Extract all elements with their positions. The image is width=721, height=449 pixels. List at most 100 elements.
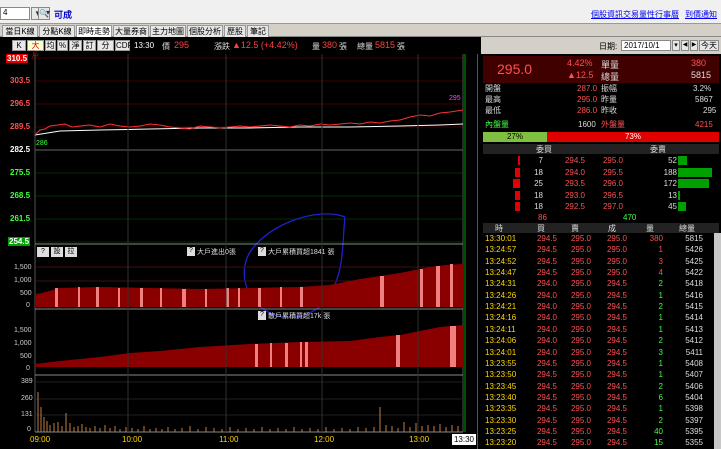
tick-price: 294.5	[606, 302, 627, 312]
tab-daily-k[interactable]: 當日K線	[2, 25, 38, 37]
tick-price: 295.0	[606, 256, 627, 266]
bid-qty: 7	[538, 156, 543, 165]
tick-row: 13:23:50 294.5 295.0 294.5 1 5407	[481, 370, 721, 379]
stock-code-input[interactable]: 4	[0, 7, 30, 20]
tick-col-total: 總量	[679, 224, 695, 233]
tick-ask: 295.0	[570, 234, 591, 243]
tick-bid: 294.5	[536, 256, 557, 266]
tick-time: 13:24:21	[485, 302, 517, 312]
tick-row: 13:24:57 294.5 295.0 295.0 1 5426	[481, 245, 721, 254]
price-box: 295.0 4.42% ▲12.5 單量 380 總量 5815	[483, 56, 719, 83]
pull-button[interactable]: 拉	[65, 247, 77, 257]
tick-bid: 294.0	[536, 279, 557, 289]
bid-qty: 25	[534, 179, 543, 188]
next-date-icon[interactable]: ▶	[690, 40, 698, 51]
tab-main-map[interactable]: 主力地圖	[150, 25, 186, 37]
tick-time: 13:24:52	[485, 256, 517, 266]
tick-row: 13:24:11 294.0 295.0 294.5 1 5413	[481, 325, 721, 334]
change-pct: 4.42%	[567, 58, 593, 68]
tick-total: 5406	[685, 381, 703, 391]
help-button[interactable]: ?	[37, 247, 49, 257]
tab-minute-k[interactable]: 分點K線	[39, 25, 75, 37]
tick-vol: 1	[658, 313, 663, 323]
tick-vol: 40	[654, 426, 663, 436]
tick-ask: 295.0	[570, 370, 591, 380]
help-icon[interactable]: ?	[258, 247, 266, 256]
tick-row: 13:24:26 294.0 295.0 294.5 1 5416	[481, 291, 721, 300]
tick-total: 5404	[685, 392, 703, 402]
help-icon[interactable]: ?	[258, 311, 266, 320]
tick-ask: 295.0	[570, 438, 591, 448]
volume-axis-label: 0	[27, 426, 31, 433]
tick-ask: 295.0	[570, 347, 591, 357]
tick-row: 13:23:20 294.5 295.0 294.5 15 5355	[481, 438, 721, 447]
bid-price[interactable]: 293.0	[557, 190, 585, 201]
link-calendar[interactable]: 行事曆	[655, 9, 679, 20]
tab-notes[interactable]: 筆記	[247, 25, 269, 37]
tick-time: 13:23:45	[485, 381, 517, 391]
ask-price[interactable]: 296.5	[593, 190, 623, 201]
tick-row: 13:24:06 294.0 295.0 294.5 2 5412	[481, 336, 721, 345]
ask-qty: 45	[668, 202, 677, 211]
tick-time: 13:23:55	[485, 358, 517, 368]
bid-price[interactable]: 293.5	[557, 178, 585, 189]
bigorder-axis-label: 500	[20, 290, 32, 297]
time-axis-label: 10:00	[122, 435, 143, 444]
today-button[interactable]: 今天	[699, 40, 719, 51]
tab-big-brokers[interactable]: 大量券商	[113, 25, 149, 37]
ask-price[interactable]: 295.5	[593, 167, 623, 178]
tick-scrollbar[interactable]	[714, 233, 721, 449]
bid-price[interactable]: 292.5	[557, 201, 585, 212]
tick-ask: 295.0	[570, 302, 591, 312]
date-input[interactable]: 2017/10/1	[621, 40, 671, 51]
ask-price[interactable]: 295.0	[593, 155, 623, 166]
tick-bid: 294.5	[536, 381, 557, 391]
date-bar: 日期: 2017/10/1 ▾ ◀ ▶ 今天	[481, 37, 721, 54]
high-label: 最高	[485, 95, 501, 104]
prev-date-icon[interactable]: ◀	[681, 40, 689, 51]
tick-price: 294.5	[606, 279, 627, 289]
bid-price[interactable]: 294.0	[557, 167, 585, 178]
sell-header: 委賣	[650, 145, 666, 154]
link-price-alert[interactable]: 到價通知	[685, 9, 717, 20]
ask-price[interactable]: 297.0	[593, 201, 623, 212]
link-volume[interactable]: 交易量性	[623, 9, 655, 20]
help-icon[interactable]: ?	[187, 247, 195, 256]
tick-ask: 295.0	[570, 290, 591, 300]
tick-price: 294.5	[606, 381, 627, 391]
tick-time: 13:24:31	[485, 279, 517, 289]
tab-history[interactable]: 歷股	[224, 25, 246, 37]
total-vol-label: 總量	[601, 72, 620, 82]
bid-qty-bar	[514, 190, 520, 200]
tick-vol: 2	[658, 302, 663, 312]
order-book-row: 25 293.5 296.0 172	[481, 178, 721, 189]
bid-qty: 18	[534, 202, 543, 211]
bid-qty: 18	[534, 167, 543, 177]
tick-row: 13:30:01 294.5 295.0 295.0 380 5815	[481, 234, 721, 243]
link-stock-info[interactable]: 個股資訊	[591, 9, 623, 20]
current-price: 295.0	[497, 61, 533, 77]
tick-vol: 15	[654, 438, 663, 448]
tick-total: 5411	[685, 347, 703, 357]
tick-time: 13:24:47	[485, 268, 517, 278]
quote-row: 最低 286.0 昨收 295	[481, 105, 721, 116]
bid-price[interactable]: 294.5	[557, 155, 585, 166]
tick-time: 13:24:26	[485, 290, 517, 300]
tick-time: 13:24:57	[485, 245, 517, 255]
tick-price: 294.5	[606, 404, 627, 414]
quote-row: 最高 295.0 昨量 5867	[481, 94, 721, 105]
ask-price[interactable]: 296.0	[593, 178, 623, 189]
date-dropdown-icon[interactable]: ▾	[672, 40, 680, 51]
tick-bid: 294.5	[536, 392, 557, 402]
prev-vol-value: 5867	[695, 95, 713, 104]
tick-time: 13:23:25	[485, 426, 517, 436]
tick-price: 294.5	[606, 336, 627, 346]
settings-button[interactable]: 設	[51, 247, 63, 257]
tick-bid: 294.5	[536, 358, 557, 368]
tab-realtime[interactable]: 即時走勢	[76, 25, 112, 37]
tick-vol: 1	[658, 324, 663, 334]
tick-price: 294.5	[606, 347, 627, 357]
tab-stock-analysis[interactable]: 個股分析	[187, 25, 223, 37]
search-dropdown-icon[interactable]: ▾	[44, 7, 52, 20]
order-book-row: 18 292.5 297.0 45	[481, 201, 721, 212]
